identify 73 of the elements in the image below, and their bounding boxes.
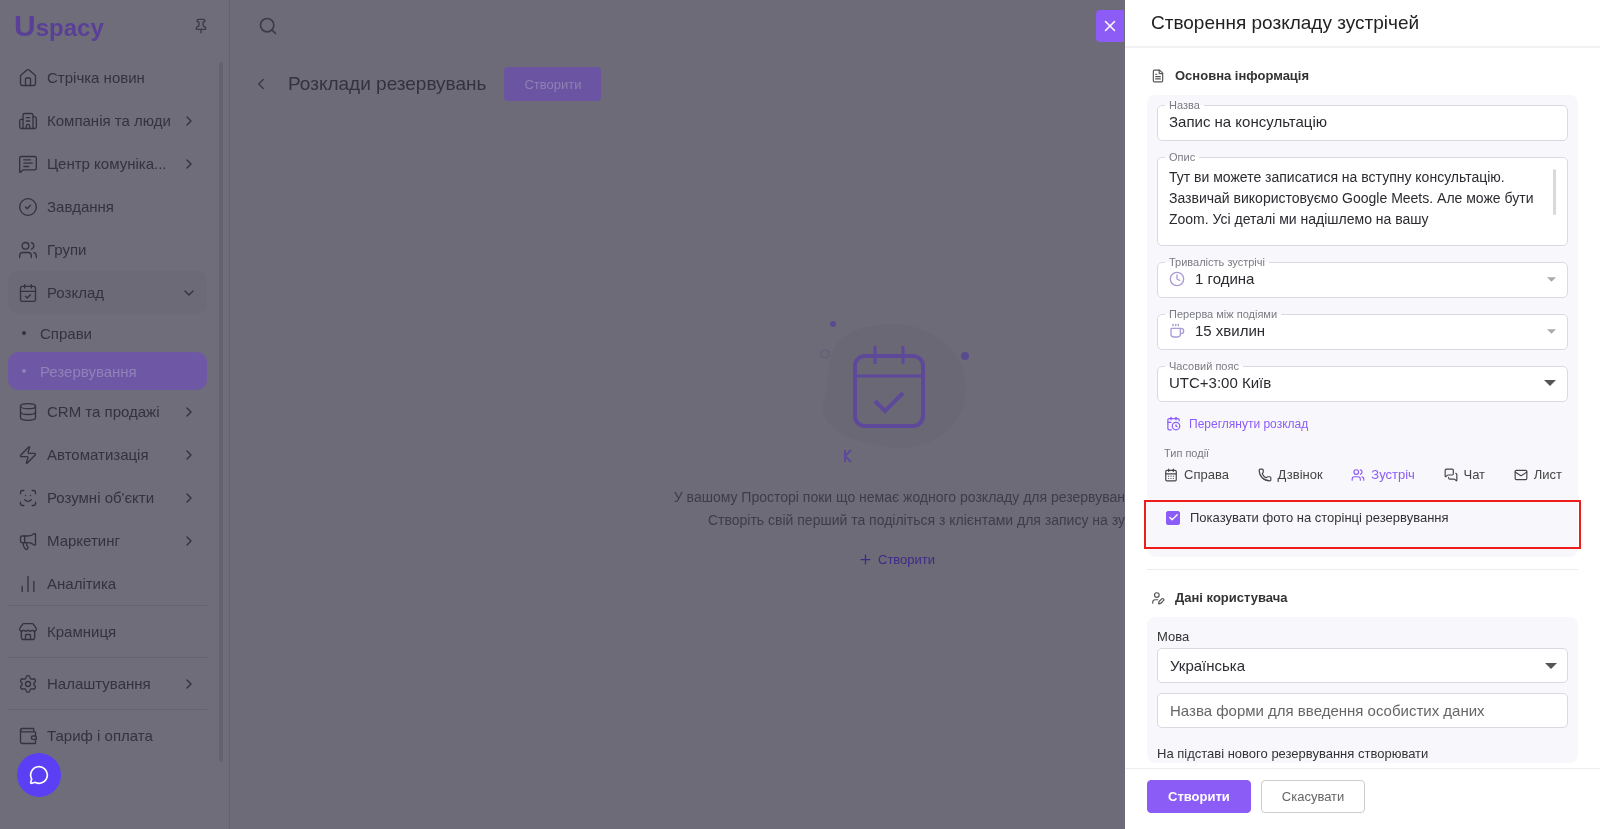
calendar-check-icon bbox=[18, 282, 38, 303]
sidebar-item[interactable]: Групи bbox=[8, 228, 207, 271]
sidebar-item[interactable]: Завдання bbox=[8, 185, 207, 228]
chat-icon bbox=[1443, 467, 1458, 482]
language-label: Мова bbox=[1157, 629, 1191, 644]
event-type-option[interactable]: Лист bbox=[1513, 465, 1562, 484]
database-icon bbox=[18, 401, 38, 422]
calendar-icon bbox=[1166, 416, 1181, 431]
page-title: Розклади резервувань bbox=[288, 73, 487, 95]
sidebar-item[interactable]: CRM та продажі bbox=[8, 390, 207, 433]
dropdown-caret-icon bbox=[1547, 328, 1556, 334]
dropdown-caret-icon bbox=[1544, 380, 1556, 386]
event-type-option[interactable]: Чат bbox=[1443, 465, 1486, 484]
sidebar-item[interactable]: Автоматизація bbox=[8, 433, 207, 476]
sidebar-item[interactable]: Компанія та люди bbox=[8, 99, 207, 142]
event-type-option[interactable]: Зустріч bbox=[1351, 465, 1415, 484]
building-icon bbox=[18, 110, 38, 131]
event-type-label: Тип події bbox=[1164, 447, 1211, 459]
close-button[interactable] bbox=[1096, 10, 1124, 42]
cancel-button[interactable]: Скасувати bbox=[1260, 779, 1366, 813]
form-name-input[interactable]: Назва форми для введення особистих даних bbox=[1157, 693, 1568, 728]
chat-icon bbox=[18, 153, 38, 174]
section-title: Дані користувача bbox=[1175, 590, 1288, 605]
dropdown-caret-icon bbox=[1545, 662, 1557, 669]
settings-icon bbox=[18, 673, 38, 694]
chat-launcher-button[interactable] bbox=[17, 753, 61, 797]
create-on-label: На підставі нового резервування створювати bbox=[1157, 746, 1430, 761]
select-field[interactable]: Перерва між подіями 15 хвилин bbox=[1157, 308, 1568, 350]
create-link[interactable]: Створити bbox=[858, 552, 936, 567]
create-button[interactable]: Створити bbox=[1147, 779, 1251, 813]
view-schedule-link[interactable]: Переглянути розклад bbox=[1166, 416, 1309, 431]
sidebar-item[interactable]: Розумні об'єкти bbox=[8, 476, 207, 519]
pin-icon[interactable] bbox=[193, 18, 209, 34]
wallet-icon bbox=[18, 725, 38, 746]
sidebar-item[interactable]: Розклад bbox=[8, 271, 207, 314]
event-type-option[interactable]: Справа bbox=[1164, 465, 1229, 484]
sidebar-item[interactable]: Налаштування bbox=[8, 662, 207, 705]
scan-face-icon bbox=[18, 487, 38, 508]
chat-icon bbox=[29, 765, 49, 785]
event-type-option[interactable]: Дзвінок bbox=[1257, 465, 1323, 484]
store-icon bbox=[18, 621, 38, 642]
check-circle-icon bbox=[18, 196, 38, 217]
sidebar-item[interactable]: Крамниця bbox=[8, 610, 207, 653]
phone-icon bbox=[1257, 467, 1272, 482]
cup-icon bbox=[1169, 323, 1185, 339]
sidebar-item[interactable]: Стрічка новин bbox=[8, 56, 207, 99]
search-icon[interactable] bbox=[258, 15, 278, 36]
document-icon bbox=[1151, 68, 1165, 83]
sidebar-item[interactable]: Аналітика bbox=[8, 562, 207, 605]
select-field[interactable]: Часовий пояс UTC+3:00 Київ bbox=[1157, 360, 1568, 402]
lightning-icon bbox=[18, 444, 38, 465]
dropdown-caret-icon bbox=[1547, 276, 1556, 282]
clock-icon bbox=[1169, 271, 1185, 287]
language-select[interactable]: Українська bbox=[1157, 648, 1568, 683]
users-icon bbox=[1351, 467, 1366, 482]
checkbox-label: Показувати фото на сторінці резервування bbox=[1190, 510, 1449, 525]
mail-icon bbox=[1513, 467, 1528, 482]
home-icon bbox=[18, 67, 38, 88]
name-field[interactable]: Назва Запис на консультацію bbox=[1157, 99, 1568, 141]
megaphone-icon bbox=[18, 530, 38, 551]
select-field[interactable]: Тривалість зустрічі 1 година bbox=[1157, 256, 1568, 298]
users-icon bbox=[18, 239, 38, 260]
user-edit-icon bbox=[1151, 590, 1165, 605]
section-title: Основна інформація bbox=[1175, 68, 1310, 83]
sidebar-item[interactable]: Тариф і оплата bbox=[8, 714, 207, 757]
plus-icon bbox=[858, 552, 873, 567]
drawer-title: Створення розкладу зустрічей bbox=[1151, 12, 1420, 34]
description-field[interactable]: Опис Тут ви можете записатися на вступну консультацію. Зазвичай використовуємо Google Meets. Але може бути Zoom. Усі деталі ми надішлемо на вашу bbox=[1157, 151, 1568, 246]
sidebar-item[interactable]: Маркетинг bbox=[8, 519, 207, 562]
sidebar-item[interactable]: Центр комуніка... bbox=[8, 142, 207, 185]
calendar-icon bbox=[1164, 467, 1178, 482]
checkbox[interactable] bbox=[1166, 510, 1180, 525]
sidebar-subitem[interactable]: Справи bbox=[8, 314, 207, 352]
